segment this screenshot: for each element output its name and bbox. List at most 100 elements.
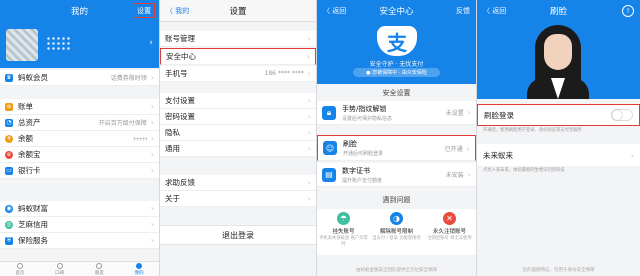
menu-item-member[interactable]: ♛ 蚂蚁会员 话费券限时领 › — [0, 70, 159, 86]
setting-digital-cert[interactable]: ▤ 数字证书 提升账户支付额度 未安装 › — [317, 163, 476, 187]
face-icon: ☺ — [323, 141, 337, 155]
settings-item-help[interactable]: 求助反馈 › — [160, 175, 316, 191]
tab-home[interactable]: 首页 — [0, 262, 40, 276]
setting-status: 已开通 — [444, 145, 463, 153]
problems-grid: ☂ 挂失账号 手机丢失或被盗 账户异常时 ◑ 解除账号限制 当支付 / 登录 功… — [317, 209, 476, 255]
friends-icon — [96, 262, 103, 269]
settings-item-security-center[interactable]: 安全中心 › — [160, 48, 316, 65]
chevron-right-icon: › — [306, 52, 310, 61]
menu-item-bill[interactable]: ≡ 账单 › — [0, 99, 159, 115]
item-label: 隐私 — [165, 128, 180, 137]
problem-title: 挂失账号 — [332, 229, 355, 235]
problem-unlock-account[interactable]: ◑ 解除账号限制 当支付 / 登录 功能受限时 — [370, 209, 423, 255]
settings-item-about[interactable]: 关于 › — [160, 191, 316, 207]
chevron-right-icon: › — [307, 178, 311, 187]
setting-subtitle: 开通后可刷脸登录 — [343, 151, 384, 157]
umbrella-icon: ☂ — [337, 212, 350, 225]
face-title: 刷脸 — [549, 7, 567, 17]
menu-item-yuebao[interactable]: e 余额宝 › — [0, 147, 159, 163]
face-login-toggle-row[interactable]: 刷脸登录 — [477, 104, 640, 126]
menu-item-assets[interactable]: ◔ 总资产 开启百万级付保障 › — [0, 115, 159, 131]
item-label: 求助反馈 — [165, 178, 195, 187]
chevron-right-icon: › — [467, 170, 471, 179]
switch-knob — [612, 110, 622, 120]
shield-icon: ⛨ — [5, 236, 13, 245]
problem-desc: 当支付 / 登录 功能受限时 — [372, 236, 421, 241]
back-button[interactable]: 〈 返回 — [483, 0, 506, 22]
future-note: 点亮人来未来，体验最新的生物识别黑科技 — [483, 168, 565, 173]
feedback-button[interactable]: 反馈 — [456, 0, 470, 22]
face-footer: 您的面部特征，仅用于身份安全保障 — [522, 268, 595, 273]
future-label: 未来蚁来 — [483, 150, 513, 160]
chevron-right-icon: › — [150, 166, 154, 175]
menu-label: 余额 — [18, 134, 33, 143]
coin-icon: ¥ — [5, 134, 13, 143]
tab-friends[interactable]: 朋友 — [80, 262, 120, 276]
section-problems: 遇到问题 — [382, 196, 411, 204]
menu-item-bankcard[interactable]: ▭ 银行卡 › — [0, 163, 159, 179]
chevron-right-icon: › — [150, 236, 154, 245]
settings-item-phone[interactable]: 手机号 186 **** **** › — [160, 66, 316, 82]
problem-delete-account[interactable]: ✕ 永久注销账号 注销后账号 将无法使用 — [423, 209, 476, 255]
logout-button[interactable]: 退出登录 — [160, 225, 316, 245]
portrait-face — [544, 34, 572, 70]
sesame-icon: ◎ — [5, 220, 13, 229]
avatar[interactable] — [6, 29, 38, 61]
setting-status: 未安装 — [445, 172, 464, 179]
security-hero-banner: 支 安全守护 · 无忧支付 ● 您被保障中 · 由众安保险 — [317, 22, 476, 84]
chevron-right-icon: › — [307, 34, 311, 43]
help-icon[interactable]: ? — [622, 5, 634, 17]
setting-title: 刷脸 — [343, 140, 357, 148]
insurance-badge[interactable]: ● 您被保障中 · 由众安保险 — [353, 68, 440, 77]
settings-button[interactable]: 设置 — [133, 3, 155, 18]
face-login-switch[interactable] — [611, 109, 633, 121]
item-label: 密码设置 — [165, 112, 195, 121]
future-row[interactable]: 未来蚁来 › — [477, 144, 640, 166]
setting-text: 数字证书 提升账户支付额度 — [342, 166, 446, 184]
menu-label: 蚂蚁会员 — [18, 73, 48, 82]
hero-tagline: 安全守护 · 无忧支付 — [369, 61, 424, 68]
tab-mine[interactable]: 我的 — [119, 262, 159, 276]
pie-icon: ◔ — [5, 118, 13, 127]
balance-hidden — [132, 136, 147, 141]
problem-report-loss[interactable]: ☂ 挂失账号 手机丢失或被盗 账户异常时 — [317, 209, 370, 255]
setting-title: 手势/指纹解锁 — [342, 104, 387, 113]
menu-item-insurance[interactable]: ⛨ 保险服务 › — [0, 233, 159, 249]
settings-item-privacy[interactable]: 隐私 › — [160, 125, 316, 141]
tab-koubei[interactable]: 口碑 — [40, 262, 80, 276]
setting-gesture-unlock[interactable]: 🔒︎ 手势/指纹解锁 设置后可保护隐私信息 未设置 › — [317, 101, 476, 125]
problem-desc: 手机丢失或被盗 账户异常时 — [319, 236, 368, 247]
menu-label: 保险服务 — [18, 236, 48, 245]
back-button[interactable]: 〈 我的 — [166, 0, 189, 22]
security-header: 〈 返回 安全中心 反馈 — [317, 0, 476, 22]
settings-item-general[interactable]: 通用 › — [160, 141, 316, 157]
menu-label: 芝麻信用 — [18, 220, 48, 229]
setting-status: 未设置 — [445, 110, 464, 117]
settings-item-password[interactable]: 密码设置 › — [160, 109, 316, 125]
settings-item-account[interactable]: 账号管理 › — [160, 31, 316, 47]
bill-icon: ≡ — [5, 102, 13, 111]
chevron-right-icon: › — [150, 220, 154, 229]
item-label: 关于 — [165, 194, 180, 203]
menu-label: 总资产 — [18, 118, 41, 127]
menu-item-sesame[interactable]: ◎ 芝麻信用 › — [0, 217, 159, 233]
menu-label: 余额宝 — [18, 150, 41, 159]
setting-face-login[interactable]: ☺ 刷脸 开通后可刷脸登录 已开通 › — [317, 135, 476, 161]
menu-value: 话费券限时领 — [110, 75, 147, 82]
menu-value: 开启百万级付保障 — [98, 120, 147, 127]
setting-text: 手势/指纹解锁 设置后可保护隐私信息 — [342, 104, 446, 122]
bottom-tab-bar: 首页 口碑 朋友 我的 — [0, 261, 159, 276]
settings-panel: 〈 我的 设置 账号管理 › 安全中心 › 手机号 186 **** **** … — [160, 0, 317, 276]
tab-label: 朋友 — [94, 270, 104, 276]
tab-label: 口碑 — [55, 270, 65, 276]
back-button[interactable]: 〈 返回 — [323, 0, 346, 22]
item-label: 通用 — [165, 144, 180, 153]
profile-card[interactable]: › — [0, 22, 159, 68]
security-footer: 由蚂蚁金服安全团队提供全方位安全保障 — [356, 268, 437, 273]
yuebao-icon: e — [5, 150, 13, 159]
menu-item-balance[interactable]: ¥ 余额 › — [0, 131, 159, 147]
chevron-right-icon: › — [307, 128, 311, 137]
menu-item-wealth[interactable]: ◉ 蚂蚁财富 › — [0, 201, 159, 217]
tab-label: 我的 — [134, 270, 144, 276]
settings-item-payment[interactable]: 支付设置 › — [160, 93, 316, 109]
